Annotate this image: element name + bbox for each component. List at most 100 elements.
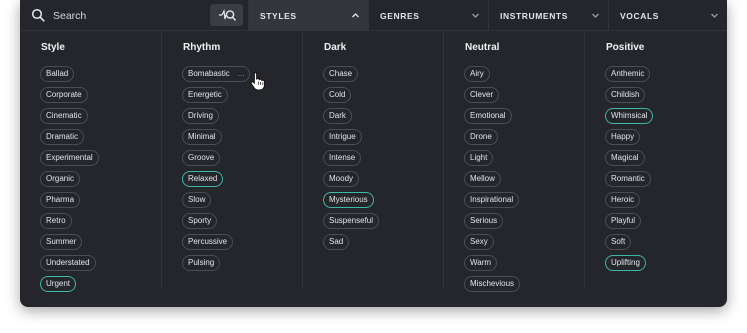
tag-chip-label: Sporty	[188, 216, 212, 225]
column-title: Positive	[606, 42, 645, 53]
tag-chip[interactable]: Urgent	[40, 276, 77, 292]
tag-chip[interactable]: Energetic	[182, 87, 228, 103]
tag-chip-label: Romantic	[611, 174, 645, 183]
tag-chip[interactable]: Mysterious	[323, 192, 374, 208]
tag-chip-label: Uplifting	[611, 258, 640, 267]
tag-chip-label: Pulsing	[188, 258, 215, 267]
tag-chip[interactable]: Pharma	[40, 192, 81, 208]
tab-instruments-label: INSTRUMENTS	[500, 10, 568, 21]
tag-chip-label: Suspenseful	[329, 216, 374, 225]
tag-chip[interactable]: Whimsical	[605, 108, 654, 124]
tag-chip[interactable]: Sad	[323, 234, 350, 250]
tag-chip-label: Inspirational	[470, 195, 514, 204]
tag-chip-label: Percussive	[188, 237, 228, 246]
filter-bar: STYLES GENRES INSTRUMENTS VOCALS	[20, 0, 727, 31]
tag-chip-label: Emotional	[470, 111, 506, 120]
chevron-down-icon	[472, 13, 479, 18]
tag-column-positive: Positive Anthemic Childish Whimsical Happy Ma…	[584, 31, 727, 289]
column-title: Neutral	[465, 42, 500, 53]
tag-chip[interactable]: Intense	[323, 150, 362, 166]
similarity-search-button[interactable]	[210, 4, 243, 26]
tag-chip[interactable]: Retro	[40, 213, 72, 229]
tag-chip[interactable]: Soft	[605, 234, 632, 250]
tag-chip-label: Mellow	[470, 174, 495, 183]
tab-vocals[interactable]: VOCALS	[608, 0, 727, 31]
tag-chip[interactable]: Magical	[605, 150, 645, 166]
tag-chip[interactable]: Sexy	[464, 234, 494, 250]
tag-chip-label: Mysterious	[329, 195, 368, 204]
tag-chip[interactable]: Romantic	[605, 171, 651, 187]
column-title: Dark	[324, 42, 347, 53]
tag-chip-label: Organic	[46, 174, 75, 183]
tag-chip[interactable]: Uplifting	[605, 255, 646, 271]
tag-chip-label: Minimal	[188, 132, 216, 141]
tag-chip[interactable]: Mischevious	[464, 276, 521, 292]
tag-chip[interactable]: Corporate	[40, 87, 88, 103]
tag-chip[interactable]: Serious	[464, 213, 504, 229]
tag-chip[interactable]: Minimal	[182, 129, 222, 145]
tag-chip[interactable]: Emotional	[464, 108, 512, 124]
tag-chip-label: Childish	[611, 90, 640, 99]
tag-chip-label: Understated	[46, 258, 90, 267]
tab-styles[interactable]: STYLES	[248, 0, 368, 31]
tag-chip-label: Summer	[46, 237, 77, 246]
tag-chip[interactable]: Relaxed	[182, 171, 224, 187]
tag-chip[interactable]: Percussive	[182, 234, 234, 250]
tag-chip-label: Intrigue	[329, 132, 356, 141]
tab-instruments[interactable]: INSTRUMENTS	[488, 0, 608, 31]
tag-chip-label: Dark	[329, 111, 346, 120]
tag-chip-label: Urgent	[46, 279, 71, 288]
tag-chip[interactable]: Anthemic	[605, 66, 651, 82]
tag-chip-label: Retro	[46, 216, 66, 225]
tag-chip-label: Soft	[611, 237, 626, 246]
more-options-icon[interactable]: ...	[238, 67, 245, 81]
tab-styles-label: STYLES	[260, 10, 297, 21]
tag-chip-label: Serious	[470, 216, 498, 225]
tag-chip[interactable]: Mellow	[464, 171, 501, 187]
tag-chip[interactable]: Cold	[323, 87, 352, 103]
tag-chip[interactable]: Bomabastic...	[182, 66, 251, 82]
tag-chip[interactable]: Summer	[40, 234, 83, 250]
tag-chip[interactable]: Experimental	[40, 150, 99, 166]
tag-chip[interactable]: Suspenseful	[323, 213, 380, 229]
tag-chip[interactable]: Drone	[464, 129, 498, 145]
tag-chip[interactable]: Dark	[323, 108, 352, 124]
tag-chip[interactable]: Airy	[464, 66, 490, 82]
chevron-up-icon	[352, 13, 359, 18]
chevron-down-icon	[711, 13, 718, 18]
tag-chip-label: Happy	[611, 132, 635, 141]
tag-chip[interactable]: Heroic	[605, 192, 641, 208]
tag-chip[interactable]: Childish	[605, 87, 646, 103]
tag-chip[interactable]: Understated	[40, 255, 96, 271]
tag-chip-label: Cold	[329, 90, 346, 99]
tag-column-dark: Dark Chase Cold Dark Intrigue Intense Moody Mys…	[302, 31, 443, 289]
search-input[interactable]	[53, 7, 203, 24]
tag-chip-label: Warm	[470, 258, 492, 267]
tag-chip[interactable]: Happy	[605, 129, 641, 145]
tag-chip-label: Energetic	[188, 90, 222, 99]
tag-chip-label: Chase	[329, 69, 353, 78]
tag-chip[interactable]: Chase	[323, 66, 359, 82]
tag-chip[interactable]: Moody	[323, 171, 360, 187]
tag-chip[interactable]: Sporty	[182, 213, 218, 229]
tag-chip[interactable]: Pulsing	[182, 255, 221, 271]
tag-column-rhythm: Rhythm Bomabastic... Energetic Driving Minim…	[161, 31, 302, 289]
tag-chip[interactable]: Slow	[182, 192, 212, 208]
tag-chip[interactable]: Dramatic	[40, 129, 85, 145]
tab-genres[interactable]: GENRES	[368, 0, 488, 31]
tag-chip[interactable]: Warm	[464, 255, 498, 271]
hand-cursor-icon	[250, 72, 265, 91]
column-title: Style	[41, 42, 65, 53]
tag-chip[interactable]: Cinematic	[40, 108, 88, 124]
tag-chip-label: Bomabastic	[188, 69, 230, 78]
tag-chip-label: Magical	[611, 153, 639, 162]
tag-chip[interactable]: Intrigue	[323, 129, 362, 145]
tag-chip[interactable]: Playful	[605, 213, 642, 229]
tag-chip[interactable]: Ballad	[40, 66, 75, 82]
tag-chip[interactable]: Inspirational	[464, 192, 520, 208]
tag-chip[interactable]: Clever	[464, 87, 500, 103]
tag-chip[interactable]: Organic	[40, 171, 81, 187]
tag-chip[interactable]: Light	[464, 150, 494, 166]
tag-chip[interactable]: Driving	[182, 108, 219, 124]
tag-chip[interactable]: Groove	[182, 150, 221, 166]
